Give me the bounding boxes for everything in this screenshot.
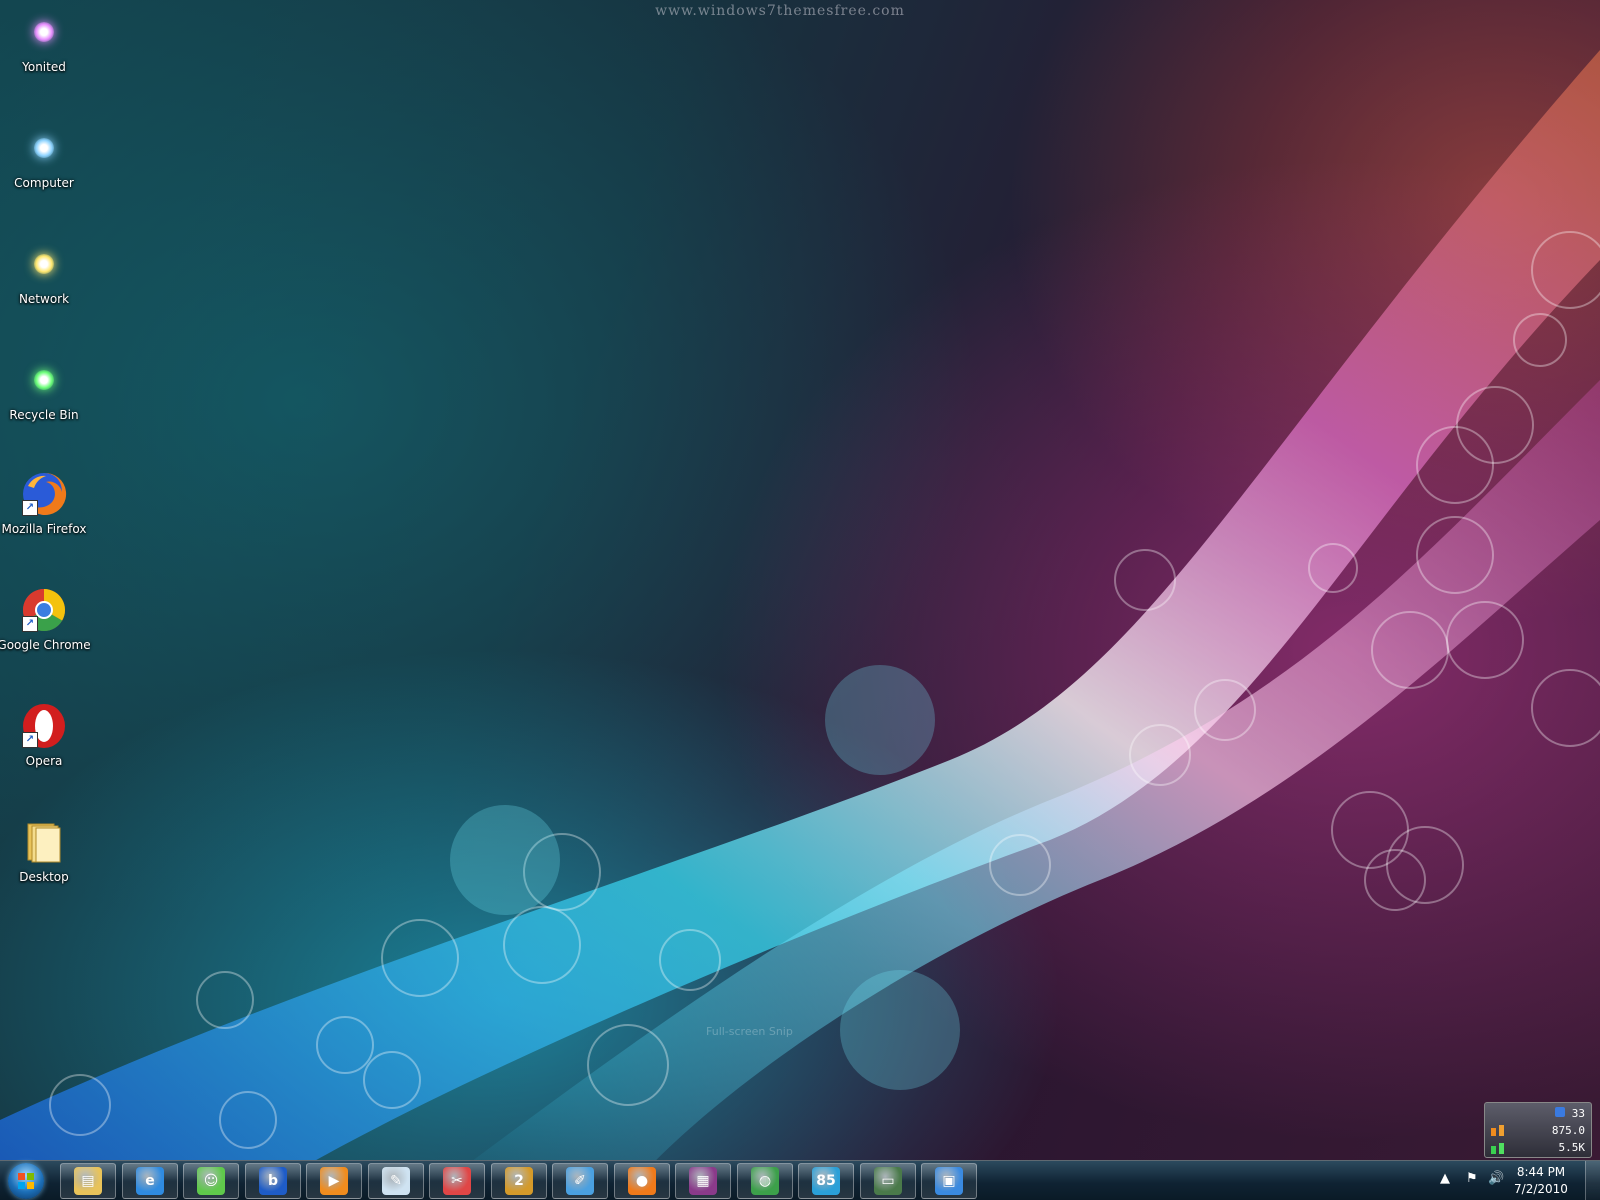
- winrar-icon: ▦: [689, 1167, 717, 1195]
- desktop-icon-yonited[interactable]: Yonited: [0, 8, 88, 74]
- taskbar-button-firefox[interactable]: ●: [614, 1163, 670, 1199]
- desktop-icon-label: Mozilla Firefox: [1, 522, 87, 536]
- folder-icon: [20, 818, 68, 866]
- desktop-icon-label: Yonited: [22, 60, 66, 74]
- gadget-value-top: 33: [1571, 1107, 1585, 1120]
- desktop-icon-label: Opera: [25, 754, 63, 768]
- action-center-flag-icon[interactable]: ⚑: [1466, 1171, 1478, 1186]
- yellow-orb-icon: [20, 240, 68, 288]
- gadget-value-mid: 875.0: [1551, 1124, 1585, 1137]
- control-panel-icon: ▣: [935, 1167, 963, 1195]
- show-hidden-icon[interactable]: ▲: [1440, 1171, 1450, 1186]
- network-meter-gadget[interactable]: 33 875.0 5.5K: [1484, 1102, 1592, 1158]
- chrome-icon: ↗: [20, 586, 68, 634]
- download-bar-icon: [1491, 1146, 1496, 1154]
- desktop-icon-opera[interactable]: ↗ Opera: [0, 702, 88, 768]
- firefox-icon: ↗: [20, 470, 68, 518]
- taskbar-button-paint[interactable]: ✐: [552, 1163, 608, 1199]
- taskbar-button-notepad[interactable]: ✎: [368, 1163, 424, 1199]
- speed-85-icon: 85: [812, 1167, 840, 1195]
- firefox-icon: ●: [628, 1167, 656, 1195]
- green-orb-icon: [20, 356, 68, 404]
- desktop-icon-label: Network: [18, 292, 70, 306]
- download-bar-icon: [1499, 1143, 1504, 1154]
- taskbar-button-winrar[interactable]: ▦: [675, 1163, 731, 1199]
- desktop-icon-computer[interactable]: Computer: [0, 124, 88, 190]
- volume-icon[interactable]: 🔊: [1488, 1171, 1504, 1186]
- upload-bar-icon: [1499, 1125, 1504, 1136]
- desktop-icon-recycle-bin[interactable]: Recycle Bin: [0, 356, 88, 422]
- taskbar-button-network-globe[interactable]: ◍: [737, 1163, 793, 1199]
- wallpaper-art: [0, 50, 1600, 1200]
- blue-orb-icon: [20, 124, 68, 172]
- desktop-icon-label: Computer: [14, 176, 74, 190]
- gadget-value-bottom: 5.5K: [1558, 1141, 1586, 1154]
- scissors-icon: ✂: [443, 1167, 471, 1195]
- shortcut-arrow-icon: ↗: [22, 732, 38, 748]
- clock[interactable]: 8:44 PM 7/2/2010: [1506, 1164, 1576, 1198]
- desktop-icon-label: Desktop: [19, 870, 69, 884]
- taskbar-button-messenger[interactable]: ☺: [183, 1163, 239, 1199]
- taskbar-button-snipping-tool[interactable]: ✂: [429, 1163, 485, 1199]
- clock-date: 7/2/2010: [1514, 1182, 1568, 1196]
- taskbar-button-windows-explorer[interactable]: ▤: [60, 1163, 116, 1199]
- taskbar-button-task-manager[interactable]: ▭: [860, 1163, 916, 1199]
- show-desktop-button[interactable]: [1585, 1161, 1600, 1200]
- taskbar-button-speedtest[interactable]: 85: [798, 1163, 854, 1199]
- game-2-icon: 2: [505, 1167, 533, 1195]
- snip-overlay-text: Full-screen Snip: [706, 1025, 793, 1038]
- taskbar-button-bing[interactable]: b: [245, 1163, 301, 1199]
- taskbar-button-media-player[interactable]: ▶: [306, 1163, 362, 1199]
- shortcut-arrow-icon: ↗: [22, 616, 38, 632]
- desktop: www.windows7themesfree.com Full-screen S…: [0, 0, 1600, 1200]
- desktop-icon-mozilla-firefox[interactable]: ↗ Mozilla Firefox: [0, 470, 88, 536]
- clock-time: 8:44 PM: [1516, 1165, 1566, 1179]
- desktop-icon-google-chrome[interactable]: ↗ Google Chrome: [0, 586, 91, 652]
- upload-bar-icon: [1491, 1128, 1496, 1136]
- wallpaper-watermark: www.windows7themesfree.com: [655, 3, 905, 19]
- messenger-icon: ☺: [197, 1167, 225, 1195]
- bing-icon: b: [259, 1167, 287, 1195]
- notification-area: ▲ ⚑ 🔊 8:44 PM 7/2/2010: [1430, 1161, 1600, 1200]
- desktop-icon-label: Recycle Bin: [9, 408, 79, 422]
- paint-icon: ✐: [566, 1167, 594, 1195]
- desktop-icon-label: Google Chrome: [0, 638, 91, 652]
- desktop-icon-network[interactable]: Network: [0, 240, 88, 306]
- taskbar-button-control-panel[interactable]: ▣: [921, 1163, 977, 1199]
- globe-icon: ◍: [751, 1167, 779, 1195]
- notepad-icon: ✎: [382, 1167, 410, 1195]
- purple-orb-icon: [20, 8, 68, 56]
- folder-icon: ▤: [74, 1167, 102, 1195]
- taskbar-button-internet-explorer[interactable]: e: [122, 1163, 178, 1199]
- desktop-icon-desktop-folder[interactable]: Desktop: [0, 818, 88, 884]
- monitor-icon: ▭: [874, 1167, 902, 1195]
- opera-icon: ↗: [20, 702, 68, 750]
- shortcut-arrow-icon: ↗: [22, 500, 38, 516]
- media-player-icon: ▶: [320, 1167, 348, 1195]
- ie-icon: e: [136, 1167, 164, 1195]
- windows-logo-icon: [8, 1163, 44, 1199]
- start-button[interactable]: [4, 1161, 48, 1200]
- shield-icon: [1555, 1107, 1565, 1117]
- taskbar-button-game-2[interactable]: 2: [491, 1163, 547, 1199]
- taskbar: ▤ e ☺ b ▶ ✎ ✂ 2 ✐ ● ▦ ◍ 85 ▭ ▣ ▲ ⚑ 🔊 8:44 PM 7/2/2010: [0, 1160, 1600, 1200]
